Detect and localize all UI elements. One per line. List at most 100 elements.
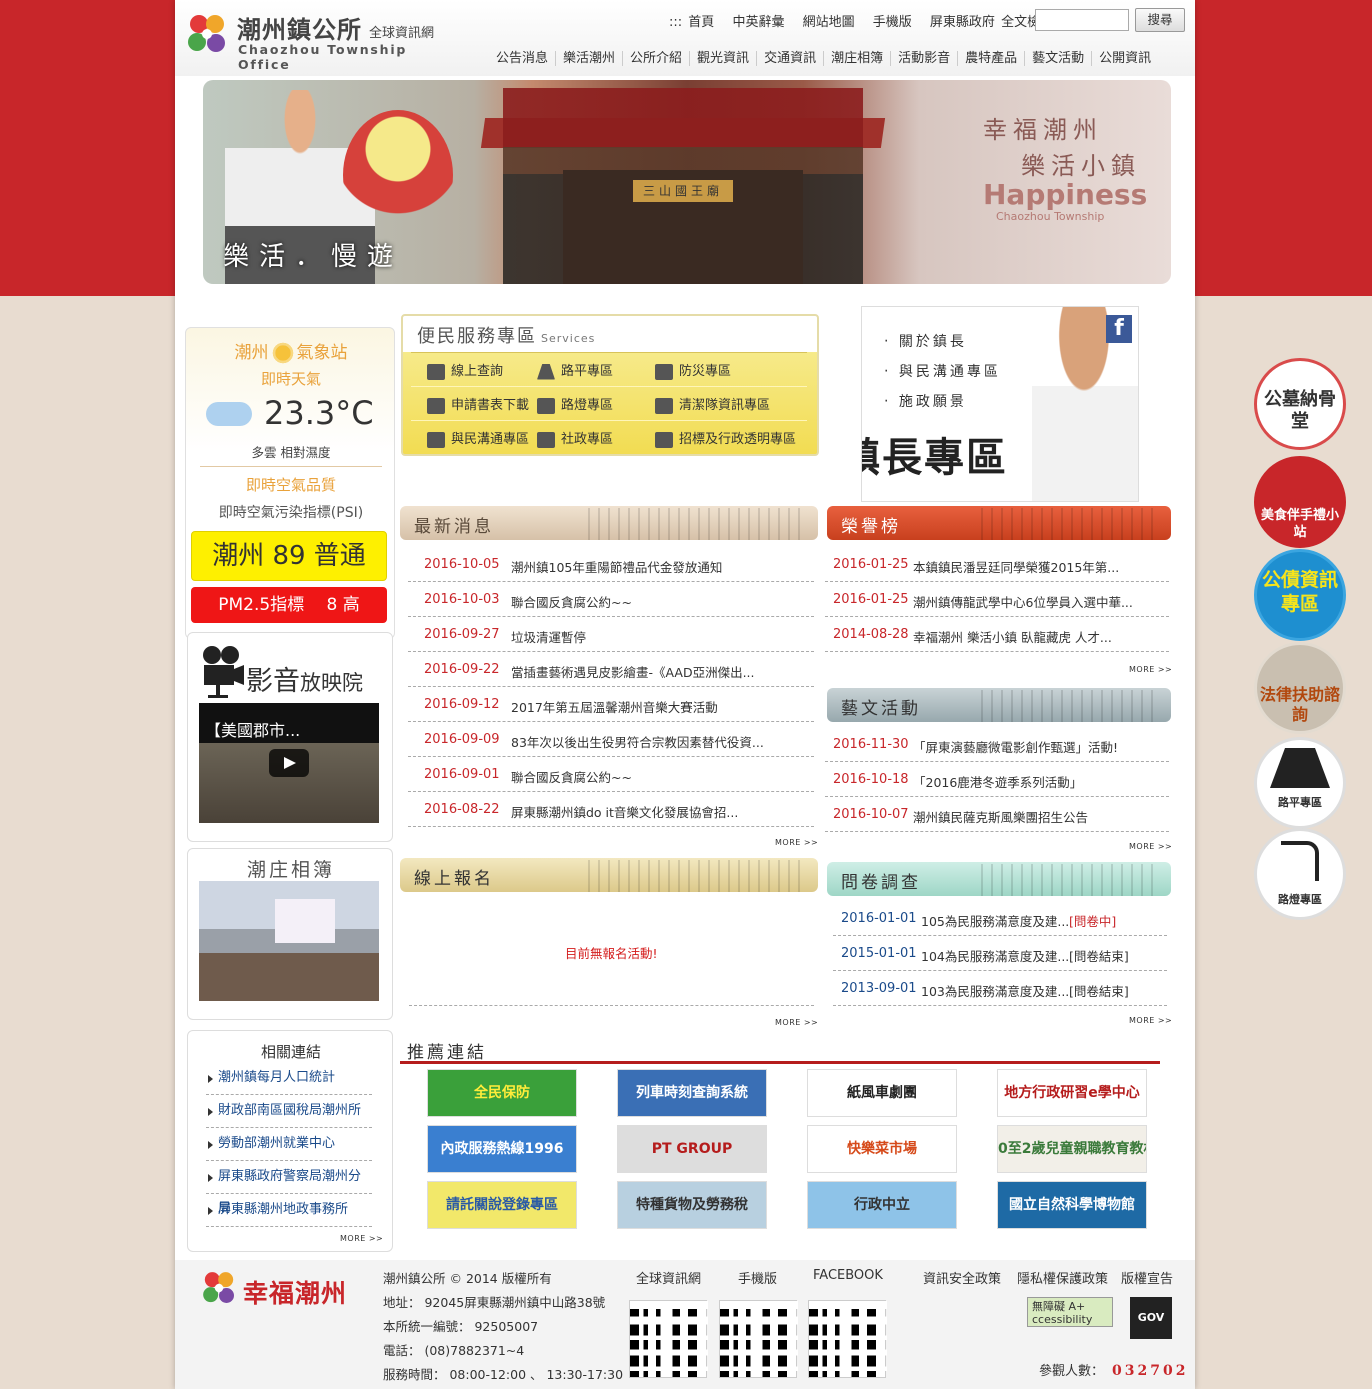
nav-traffic[interactable]: 交通資訊 (757, 51, 825, 66)
news-row[interactable]: 2016-09-01 聯合國反貪腐公約~~ (408, 757, 814, 792)
honor-row[interactable]: 2016-01-25 潮州鎮傳龍武學中心6位學員入選中華... (825, 582, 1169, 617)
row-title[interactable]: 潮州鎮105年重陽節禮品代金發放通知 (511, 557, 722, 576)
arts-row[interactable]: 2016-10-18 「2016鹿港冬遊季系列活動」 (825, 762, 1169, 797)
copyright-link[interactable]: 版權宣告 (1121, 1268, 1173, 1287)
arts-title[interactable]: 藝文活動 (841, 694, 921, 719)
reco-banner[interactable]: 特種貨物及勞務稅 (617, 1181, 767, 1229)
search-button[interactable]: 搜尋 (1135, 8, 1185, 32)
row-title[interactable]: 屏東縣潮州鎮do it音樂文化發展協會招... (511, 802, 738, 821)
reco-banner[interactable]: PT GROUP (617, 1125, 767, 1173)
news-row[interactable]: 2016-09-09 83年次以後出生役男符合宗教因素替代役資... (408, 722, 814, 757)
signup-title[interactable]: 線上報名 (414, 864, 494, 889)
row-title[interactable]: 本鎮鎮民潘昱廷同學榮獲2015年第... (913, 557, 1119, 576)
float-food-button[interactable]: 美食伴手禮小站 (1254, 456, 1346, 548)
reco-banner[interactable]: 0至2歲兒童親職教育教材 (997, 1125, 1147, 1173)
arts-row[interactable]: 2016-11-30 「屏東演藝廳微電影創作甄選」活動! (825, 727, 1169, 762)
reco-banner[interactable]: 請託關說登錄專區 (427, 1181, 577, 1229)
reco-banner[interactable]: 國立自然科學博物館 (997, 1181, 1147, 1229)
nav-public-info[interactable]: 公開資訊 (1092, 51, 1158, 66)
qr-code-website[interactable] (629, 1300, 708, 1379)
news-row[interactable]: 2016-09-27 垃圾清運暫停 (408, 617, 814, 652)
more-link[interactable]: MORE >> (1129, 842, 1172, 851)
gov-badge[interactable]: GOV (1130, 1297, 1172, 1339)
mayor-about-link[interactable]: ‧ 關於鎮長 (884, 331, 967, 351)
home-link[interactable]: 首頁 (688, 15, 714, 30)
honor-row[interactable]: 2016-01-25 本鎮鎮民潘昱廷同學榮獲2015年第... (825, 547, 1169, 582)
service-online-query[interactable]: 線上查詢 (427, 360, 503, 380)
more-link[interactable]: MORE >> (340, 1234, 383, 1243)
news-row[interactable]: 2016-08-22 屏東縣潮州鎮do it音樂文化發展協會招... (408, 792, 814, 827)
reco-banner[interactable]: 全民保防 (427, 1069, 577, 1117)
play-icon[interactable] (269, 749, 309, 777)
security-policy-link[interactable]: 資訊安全政策 (923, 1268, 1001, 1287)
reco-banner[interactable]: 快樂菜市場 (807, 1125, 957, 1173)
news-row[interactable]: 2016-09-22 當插畫藝術遇見皮影繪畫-《AAD亞洲傑出... (408, 652, 814, 687)
qr-code-mobile[interactable] (719, 1300, 798, 1379)
survey-row[interactable]: 2013-09-01 103為民服務滿意度及建... [問卷結束] (833, 971, 1167, 1006)
news-title[interactable]: 最新消息 (414, 512, 494, 537)
service-cleaning[interactable]: 清潔隊資訊專區 (655, 394, 770, 414)
float-bond-button[interactable]: 公債資訊專區 (1254, 549, 1346, 641)
row-title[interactable]: 聯合國反貪腐公約~~ (511, 592, 632, 611)
arts-row[interactable]: 2016-10-07 潮州鎮民薩克斯風樂團招生公告 (825, 797, 1169, 832)
mayor-vision-link[interactable]: ‧ 施政願景 (884, 391, 967, 411)
accessibility-badge[interactable]: 無障礙 A+ ccessibility (1027, 1297, 1113, 1327)
float-legal-aid-button[interactable]: 法律扶助諮詢 (1254, 642, 1346, 734)
row-title[interactable]: 2017年第五屆溫馨潮州音樂大賽活動 (511, 697, 718, 716)
service-communicate[interactable]: 與民溝通專區 (427, 428, 529, 448)
related-link[interactable]: 財政部南區國稅局潮州所 (206, 1095, 372, 1128)
row-title[interactable]: 「2016鹿港冬遊季系列活動」 (913, 772, 1082, 791)
row-title[interactable]: 垃圾清運暫停 (511, 627, 586, 646)
album-photo[interactable] (199, 881, 379, 1001)
nav-lohas[interactable]: 樂活潮州 (556, 51, 624, 66)
row-title[interactable]: 105為民服務滿意度及建... (921, 911, 1069, 930)
float-cemetery-button[interactable]: 公墓納骨堂 (1254, 358, 1346, 450)
related-link[interactable]: 屏東縣政府警察局潮州分局 (206, 1161, 372, 1216)
service-tender[interactable]: 招標及行政透明專區 (655, 428, 796, 448)
privacy-policy-link[interactable]: 隱私權保護政策 (1017, 1268, 1108, 1287)
row-title[interactable]: 當插畫藝術遇見皮影繪畫-《AAD亞洲傑出... (511, 662, 755, 681)
reco-banner[interactable]: 內政服務熱線1996 (427, 1125, 577, 1173)
reco-banner[interactable]: 列車時刻查詢系統 (617, 1069, 767, 1117)
county-gov-link[interactable]: 屏東縣政府 (930, 15, 995, 30)
survey-row[interactable]: 2016-01-01 105為民服務滿意度及建... [問卷中] (833, 901, 1167, 936)
honor-title[interactable]: 榮譽榜 (841, 512, 901, 537)
related-link[interactable]: 屏東縣潮州地政事務所 (206, 1194, 372, 1227)
album-title[interactable]: 潮庄相簿 (188, 855, 394, 882)
related-link[interactable]: 潮州鎮每月人口統計 (206, 1062, 372, 1095)
float-road-button[interactable]: 路平專區 (1254, 737, 1346, 829)
row-title[interactable]: 「屏東演藝廳微電影創作甄選」活動! (913, 737, 1118, 756)
nav-about[interactable]: 公所介紹 (623, 51, 691, 66)
nav-announcements[interactable]: 公告消息 (489, 51, 557, 66)
row-title[interactable]: 104為民服務滿意度及建... (921, 946, 1069, 965)
nav-album[interactable]: 潮庄相簿 (824, 51, 892, 66)
video-player[interactable]: 【美國郡市... (199, 703, 379, 823)
row-title[interactable]: 潮州鎮傳龍武學中心6位學員入選中華... (913, 592, 1133, 611)
site-logo[interactable]: 潮州鎮公所 全球資訊網 Chaozhou Township Office (183, 8, 443, 72)
more-link[interactable]: MORE >> (1129, 1016, 1172, 1025)
row-title[interactable]: 83年次以後出生役男符合宗教因素替代役資... (511, 732, 764, 751)
search-input[interactable] (1035, 9, 1129, 31)
more-link[interactable]: MORE >> (775, 1018, 818, 1027)
service-forms[interactable]: 申請書表下載 (427, 394, 529, 414)
float-streetlight-button[interactable]: 路燈專區 (1254, 828, 1346, 920)
nav-tourism[interactable]: 觀光資訊 (690, 51, 758, 66)
more-link[interactable]: MORE >> (775, 838, 818, 847)
service-social[interactable]: 社政專區 (537, 428, 613, 448)
accesskey-link[interactable]: ::: (669, 15, 682, 30)
mayor-communicate-link[interactable]: ‧ 與民溝通專區 (884, 361, 1001, 381)
honor-row[interactable]: 2014-08-28 幸福潮州 樂活小鎮 臥龍藏虎 人才... (825, 617, 1169, 652)
row-title[interactable]: 幸福潮州 樂活小鎮 臥龍藏虎 人才... (913, 627, 1112, 646)
news-row[interactable]: 2016-10-05 潮州鎮105年重陽節禮品代金發放通知 (408, 547, 814, 582)
survey-title[interactable]: 問卷調查 (841, 868, 921, 893)
more-link[interactable]: MORE >> (1129, 665, 1172, 674)
survey-row[interactable]: 2015-01-01 104為民服務滿意度及建... [問卷結束] (833, 936, 1167, 971)
reco-banner[interactable]: 紙風車劇團 (807, 1069, 957, 1117)
nav-video[interactable]: 活動影音 (891, 51, 959, 66)
reco-banner[interactable]: 行政中立 (807, 1181, 957, 1229)
reco-banner[interactable]: 地方行政研習e學中心 (997, 1069, 1147, 1117)
news-row[interactable]: 2016-09-12 2017年第五屆溫馨潮州音樂大賽活動 (408, 687, 814, 722)
sitemap-link[interactable]: 網站地圖 (803, 15, 855, 30)
news-row[interactable]: 2016-10-03 聯合國反貪腐公約~~ (408, 582, 814, 617)
service-disaster[interactable]: 防災專區 (655, 360, 731, 380)
